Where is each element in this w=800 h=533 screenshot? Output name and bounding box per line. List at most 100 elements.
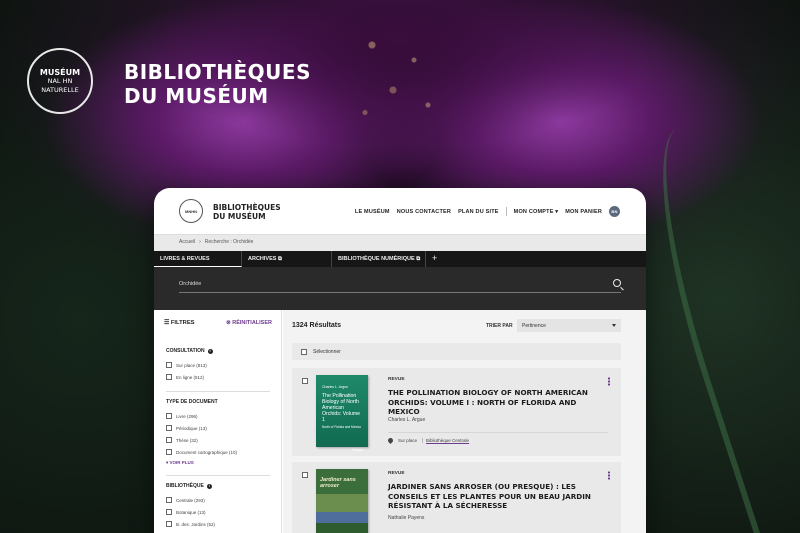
select-all-label: Sélectionner xyxy=(313,348,341,355)
filter-section-label: BIBLIOTHÈQUE xyxy=(166,483,204,489)
cart-link[interactable]: MON PANIER xyxy=(565,209,602,215)
breadcrumb-separator-icon: › xyxy=(199,239,201,245)
tab-label: ARCHIVES xyxy=(248,256,277,262)
book-cover[interactable]: Jardiner sans arroser xyxy=(316,469,368,533)
filter-option[interactable]: Thèse (32) xyxy=(166,434,270,446)
result-title[interactable]: THE POLLINATION BIOLOGY OF NORTH AMERICA… xyxy=(388,388,608,417)
add-tab-button[interactable]: + xyxy=(426,251,437,267)
nav-divider xyxy=(505,207,507,216)
sliders-icon: ☰ xyxy=(164,320,170,326)
site-title-line: DU MUSÉUM xyxy=(213,212,266,221)
checkbox[interactable] xyxy=(166,425,172,431)
filter-option-label: Sur place (813) xyxy=(176,362,207,368)
filter-option[interactable]: Périodique (13) xyxy=(166,422,270,434)
museum-logo: MUSÉUM NAL HN NATURELLE xyxy=(27,48,93,114)
library-link[interactable]: Bibliothèque Centrale xyxy=(422,438,469,443)
results-panel: 1324 Résultats TRIER PAR Pertinence Séle… xyxy=(283,310,646,533)
nav-link-contact[interactable]: NOUS CONTACTER xyxy=(397,209,451,215)
result-card[interactable]: Charles L. Argue The Pollination Biology… xyxy=(292,368,621,456)
search-value: Orchidée xyxy=(179,281,202,287)
filter-option[interactable]: Sur place (813) xyxy=(166,359,270,371)
reset-filters-button[interactable]: ⊗ RÉINITIALISER xyxy=(226,320,272,326)
avatar[interactable]: BN xyxy=(609,206,620,217)
filters-header: ☰ FILTRES ⊗ RÉINITIALISER xyxy=(164,320,272,326)
result-card[interactable]: Jardiner sans arroser REVUE JARDINER SAN… xyxy=(292,462,621,533)
book-cover[interactable]: Charles L. Argue The Pollination Biology… xyxy=(316,375,368,452)
cover-publisher: Springer xyxy=(351,448,364,453)
checkbox[interactable] xyxy=(166,362,172,368)
site-title-line: BIBLIOTHÈQUES xyxy=(213,203,281,212)
select-all-row[interactable]: Sélectionner xyxy=(292,343,621,360)
checkbox[interactable] xyxy=(166,521,172,527)
nav-link-sitemap[interactable]: PLAN DU SITE xyxy=(458,209,499,215)
tab-label: BIBLIOTHÈQUE NUMÉRIQUE xyxy=(338,256,415,262)
brand-title: BIBLIOTHÈQUES DU MUSÉUM xyxy=(124,60,311,108)
checkbox[interactable] xyxy=(302,378,308,384)
info-icon[interactable]: i xyxy=(206,483,212,489)
filter-option[interactable]: Botanique (13) xyxy=(166,506,270,518)
breadcrumb-home[interactable]: Accueil xyxy=(179,239,195,251)
filters-sidebar: ☰ FILTRES ⊗ RÉINITIALISER CONSULTATION i… xyxy=(154,310,282,533)
chevron-down-icon: ▾ xyxy=(166,460,169,465)
brand-title-line: DU MUSÉUM xyxy=(124,84,269,108)
account-menu[interactable]: MON COMPTE ▾ xyxy=(514,209,559,215)
tab-digital-library[interactable]: BIBLIOTHÈQUE NUMÉRIQUE ⧉ xyxy=(332,251,426,267)
checkbox[interactable] xyxy=(166,413,172,419)
see-more-button[interactable]: ▾ VOIR PLUS xyxy=(166,460,270,466)
filter-section-title: TYPE DE DOCUMENT xyxy=(166,399,270,405)
filter-option[interactable]: Document cartographique (10) xyxy=(166,446,270,458)
site-title[interactable]: BIBLIOTHÈQUES DU MUSÉUM xyxy=(213,203,281,221)
result-location: Sur place Bibliothèque Centrale xyxy=(386,436,469,445)
location-label: Sur place xyxy=(398,438,418,443)
orchid-lip-detail xyxy=(330,0,470,150)
more-options-icon[interactable] xyxy=(608,471,610,480)
filter-section-title: BIBLIOTHÈQUE i xyxy=(166,483,270,489)
checkbox[interactable] xyxy=(166,449,172,455)
brand-title-line: BIBLIOTHÈQUES xyxy=(124,60,311,84)
result-title[interactable]: JARDINER SANS ARROSER (OU PRESQUE) : LES… xyxy=(388,482,608,511)
filter-section-title: CONSULTATION i xyxy=(166,348,270,354)
search-zone: LIVRES & REVUES ARCHIVES ⧉ BIBLIOTHÈQUE … xyxy=(154,251,646,310)
website-preview: MNHN BIBLIOTHÈQUES DU MUSÉUM LE MUSÉUM N… xyxy=(154,188,646,533)
search-input[interactable]: Orchidée xyxy=(179,277,621,293)
filter-option-label: En ligne (512) xyxy=(176,374,205,380)
checkbox[interactable] xyxy=(301,348,307,355)
filter-section-doc-type: TYPE DE DOCUMENT Livre (296) Périodique … xyxy=(166,399,270,466)
checkbox[interactable] xyxy=(166,497,172,503)
reset-label: RÉINITIALISER xyxy=(232,320,272,326)
info-icon[interactable]: i xyxy=(207,348,213,354)
site-logo[interactable]: MNHN xyxy=(179,199,203,223)
filter-option[interactable]: B. des. Jardins (52) xyxy=(166,518,270,530)
chevron-down-icon: ▾ xyxy=(555,208,559,215)
result-author: Nathalie Payens xyxy=(388,515,425,521)
result-author: Charles L. Argue xyxy=(388,417,426,423)
result-type: REVUE xyxy=(388,471,405,476)
checkbox[interactable] xyxy=(166,437,172,443)
tab-archives[interactable]: ARCHIVES ⧉ xyxy=(242,251,332,267)
account-label: MON COMPTE xyxy=(513,208,554,215)
logo-line: NATURELLE xyxy=(41,85,79,94)
filter-section-label: CONSULTATION xyxy=(166,348,205,354)
catalog-tabs: LIVRES & REVUES ARCHIVES ⧉ BIBLIOTHÈQUE … xyxy=(154,251,646,267)
filter-option[interactable]: Livre (296) xyxy=(166,410,270,422)
checkbox[interactable] xyxy=(166,509,172,515)
divider xyxy=(166,475,270,476)
cover-title: Jardiner sans arroser xyxy=(320,477,356,489)
filter-option[interactable]: En ligne (512) xyxy=(166,371,270,383)
tab-books[interactable]: LIVRES & REVUES xyxy=(154,251,242,267)
filter-option-label: B. des. Jardins (52) xyxy=(176,521,216,527)
search-icon[interactable] xyxy=(613,279,621,287)
cover-subtitle: North of Florida and Mexico xyxy=(322,425,362,430)
divider xyxy=(166,391,270,392)
more-options-icon[interactable] xyxy=(608,377,610,386)
filter-section-label: TYPE DE DOCUMENT xyxy=(166,399,218,405)
nav-link-museum[interactable]: LE MUSÉUM xyxy=(355,209,390,215)
cover-author: Charles L. Argue xyxy=(322,385,349,389)
filter-option[interactable]: Centrale (293) xyxy=(166,494,270,506)
tab-label: LIVRES & REVUES xyxy=(160,256,210,262)
sort-select[interactable]: Pertinence xyxy=(517,319,621,332)
external-link-icon: ⧉ xyxy=(416,256,421,262)
results-count: 1324 Résultats xyxy=(292,322,342,329)
checkbox[interactable] xyxy=(302,472,308,478)
checkbox[interactable] xyxy=(166,374,172,380)
